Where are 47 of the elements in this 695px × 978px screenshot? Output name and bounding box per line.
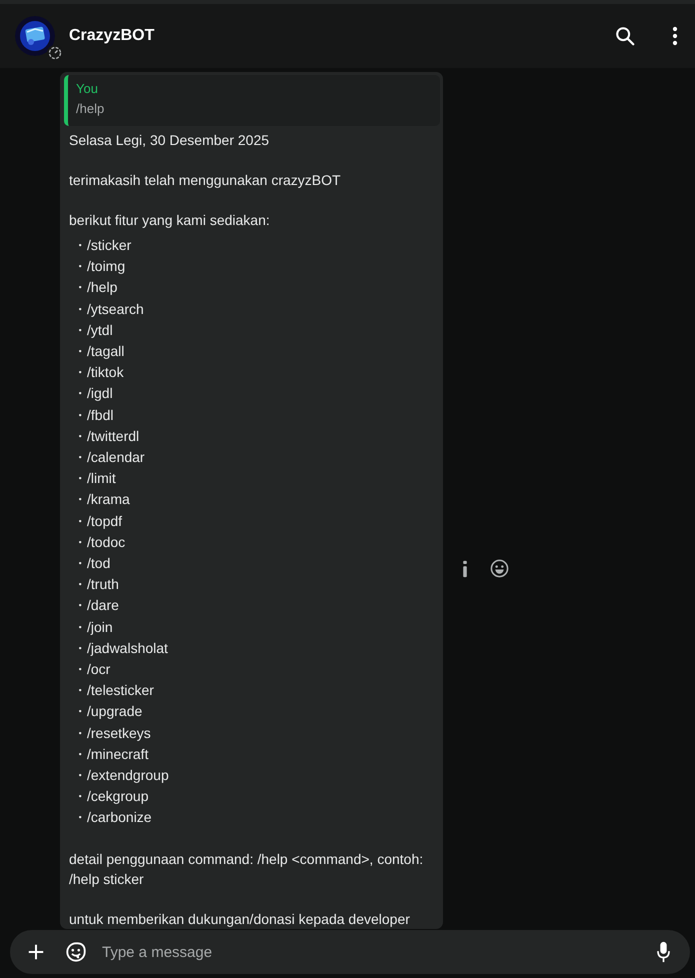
command-item: ・/tagall	[73, 342, 126, 362]
command-item: ・/join	[73, 618, 114, 637]
quoted-message[interactable]: You /help	[64, 75, 440, 126]
command-item: ・/dare	[73, 596, 120, 616]
search-icon[interactable]	[614, 25, 636, 47]
quote-text: /help	[76, 100, 106, 118]
emoji-icon[interactable]	[490, 559, 509, 578]
command-item: ・/topdf	[73, 512, 124, 531]
command-item: ・/upgrade	[73, 702, 144, 722]
command-item: ・/help	[73, 278, 118, 298]
message-text: berikut fitur yang kami sediakan:	[69, 211, 271, 230]
message-text: terimakasih telah menggunakan crazyzBOT	[69, 171, 342, 190]
command-item: ・/calendar	[73, 448, 146, 468]
command-item: ・/ocr	[73, 660, 112, 680]
command-item: ・/tod	[73, 554, 112, 574]
message-input[interactable]: Type a message	[10, 930, 690, 974]
info-icon[interactable]	[462, 560, 468, 578]
plus-icon[interactable]	[27, 943, 45, 961]
command-item: ・/tiktok	[73, 363, 125, 382]
command-item: ・/ytsearch	[73, 300, 145, 319]
command-item: ・/igdl	[73, 384, 114, 404]
command-item: ・/jadwalsholat	[73, 638, 169, 658]
status-ring-icon	[47, 45, 63, 61]
microphone-icon[interactable]	[656, 941, 671, 963]
chat-title: CrazyzBOT	[69, 27, 154, 45]
command-item: ・/todoc	[73, 532, 126, 552]
command-item: ・/sticker	[73, 236, 132, 255]
message-date: Selasa Legi, 30 Desember 2025	[69, 131, 270, 150]
command-item: ・/ytdl	[73, 320, 114, 340]
command-item: ・/toimg	[73, 257, 126, 276]
command-item: ・/minecraft	[73, 744, 150, 764]
sticker-icon[interactable]	[65, 941, 87, 963]
command-item: ・/resetkeys	[73, 724, 152, 743]
command-item: ・/cekgroup	[73, 787, 150, 806]
message-text: detail penggunaan command: /help <command>, contoh: /help sticker	[69, 850, 424, 889]
command-item: ・/limit	[73, 469, 117, 488]
command-item: ・/telesticker	[73, 681, 155, 700]
command-item: ・/fbdl	[73, 406, 114, 425]
command-item: ・/krama	[73, 490, 131, 510]
avatar[interactable]	[15, 16, 55, 56]
command-item: ・/twitterdl	[73, 426, 140, 446]
menu-icon[interactable]	[672, 26, 678, 46]
command-item: ・/truth	[73, 575, 120, 594]
command-item: ・/extendgroup	[73, 766, 170, 786]
message-text: untuk memberikan dukungan/donasi kepada developer	[69, 910, 411, 929]
quote-author: You	[76, 80, 99, 98]
command-item: ・/carbonize	[73, 808, 153, 828]
